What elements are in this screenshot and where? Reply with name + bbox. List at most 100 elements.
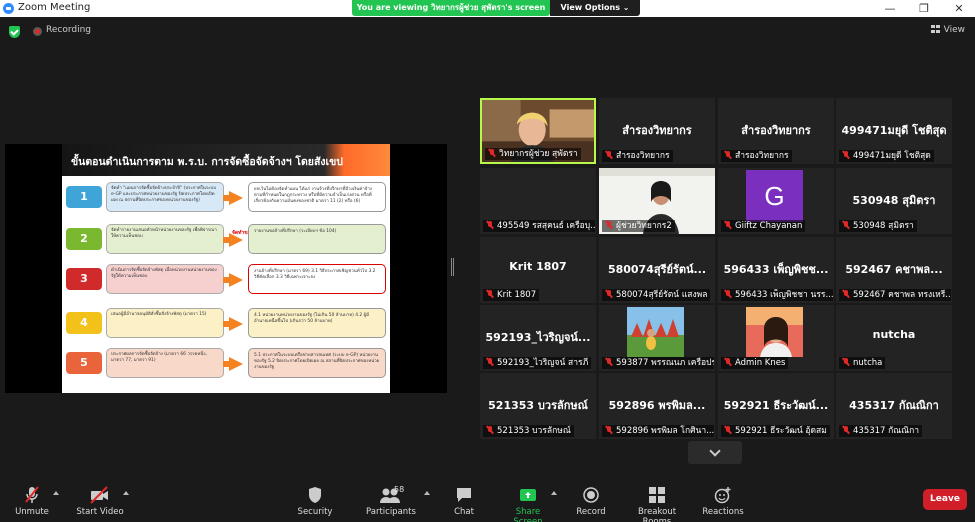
participant-tile[interactable]: วิทยากรผู้ช่วย สุพัตรา [480, 98, 596, 164]
participant-tile[interactable]: Admin Knes [718, 305, 834, 371]
participant-name: 592193_ไวริญจน์ สารภี [497, 358, 589, 368]
participant-name-label: 495549 รสสุคนธ์ เครือบุ... [483, 220, 595, 232]
participant-name: Krit 1807 [497, 290, 537, 300]
participant-tile[interactable]: 530948 สุมิตรา 530948 สุมิตรา [836, 168, 952, 234]
participant-name-label: 530948 สุมิตรา [839, 220, 917, 232]
participant-tile[interactable]: ผู้ช่วยวิทยากร2 [599, 168, 715, 234]
muted-microphone-icon [724, 358, 732, 366]
participant-tile[interactable]: 592921 ธีระวัฒน์... 592921 ธีระวัฒน์ อุ้ด… [718, 373, 834, 439]
muted-microphone-icon [605, 290, 613, 298]
participant-tile[interactable]: 521353 บวรลักษณ์ 521353 บวรลักษณ์ [480, 373, 596, 439]
maximize-icon[interactable]: ❐ [910, 0, 938, 17]
slide-step: 3 ดำเนินการจัดซื้อจัดจ้างพัสดุ เมื่อหน่วย… [66, 264, 386, 296]
step-number-badge: 4 [66, 312, 102, 334]
participant-tile[interactable]: สำรองวิทยากร สำรองวิทยากร [599, 98, 715, 164]
participants-label: Participants [366, 507, 416, 517]
unmute-label: Unmute [15, 507, 49, 517]
share-screen-button[interactable]: Share Screen [500, 486, 556, 522]
muted-microphone-icon [842, 358, 850, 366]
participant-display-name: 499471มยุดี โชติสุด [841, 124, 947, 137]
participant-display-name: 521353 บวรลักษณ์ [488, 399, 588, 412]
participant-name-label: 593877 พรรณนภ เครือประ... [602, 357, 714, 369]
share-banner: You are viewing วิทยากรผู้ช่วย สุพัตรา's… [352, 0, 550, 16]
muted-microphone-icon [486, 426, 494, 434]
muted-microphone-icon [605, 151, 613, 159]
step-arrow-icon [223, 317, 243, 331]
participant-name: 580074สุรีย์รัตน์ แสงพล [616, 290, 708, 300]
participant-name: 592921 ธีระวัฒน์ อุ้ดสม [735, 426, 827, 436]
participant-tile[interactable]: 495549 รสสุคนธ์ เครือบุ... [480, 168, 596, 234]
security-shield-icon[interactable] [9, 26, 20, 38]
participant-name-label: 596433 เพ็ญพิชชา นรร... [721, 289, 833, 301]
recording-dot-icon [33, 27, 42, 36]
muted-microphone-icon [605, 426, 613, 434]
share-options-caret-icon[interactable] [551, 491, 557, 495]
breakout-rooms-button[interactable]: Breakout Rooms [624, 486, 690, 522]
view-button[interactable]: View [930, 25, 965, 35]
audio-options-caret-icon[interactable] [53, 491, 59, 495]
participant-tile[interactable]: Krit 1807 Krit 1807 [480, 237, 596, 303]
muted-microphone-icon [724, 290, 732, 298]
participant-tile[interactable]: สำรองวิทยากร สำรองวิทยากร [718, 98, 834, 164]
video-options-caret-icon[interactable] [123, 491, 129, 495]
start-video-button[interactable]: Start Video [76, 486, 124, 517]
record-button[interactable]: Record [574, 486, 608, 517]
slide-step: 2 จัดทำรายงานเสนอหัวหน้าหน่วยงานของรัฐ เพ… [66, 224, 386, 256]
participant-name: 530948 สุมิตรา [853, 221, 914, 231]
participant-tile[interactable]: 592193_ไวริญจน์... 592193_ไวริญจน์ สารภี [480, 305, 596, 371]
record-icon [574, 486, 608, 504]
participant-display-name: 530948 สุมิตรา [852, 194, 936, 207]
slide-body: จัดทำขอบเขตของงาน + ราคากลางงาน 1จัดทำ "… [62, 176, 390, 393]
step-result: รายงานขอจ้างที่ปรึกษา (ระเบียบฯ ข้อ 104) [248, 224, 386, 254]
close-icon[interactable]: ✕ [945, 0, 973, 17]
step-description: จัดทำ "แผนการจัดซื้อจัดจ้างประจำปี" (ประ… [106, 182, 224, 212]
participant-name-label: 499471มยุดี โชติสุด [839, 150, 934, 162]
chat-button[interactable]: Chat [450, 486, 478, 517]
participant-name-label: Giiftz Chayanan [721, 220, 806, 232]
slide-step: 1 จัดทำ "แผนการจัดซื้อจัดจ้างประจำปี" (ปร… [66, 182, 386, 214]
security-button[interactable]: Security [296, 486, 334, 517]
unmute-button[interactable]: Unmute [12, 486, 52, 517]
step-result: 4.1 หน่วยงานหน่วยงานของรัฐ (ไม่เกิน 50 ล… [248, 308, 386, 338]
participant-tile[interactable]: 596433 เพ็ญพิชช... 596433 เพ็ญพิชชา นรร..… [718, 237, 834, 303]
security-shield-icon [296, 486, 334, 504]
participant-name-label: nutcha [839, 357, 886, 369]
slide-step: 5 ประกาศผลการจัดซื้อจัดจ้าง (มาตรา 66 วรร… [66, 348, 386, 380]
participant-tile[interactable]: 593877 พรรณนภ เครือประ... [599, 305, 715, 371]
participant-display-name: 596433 เพ็ญพิชช... [723, 263, 829, 276]
shared-screen[interactable]: ขั้นตอนดำเนินการตาม พ.ร.บ. การจัดซื้อจัด… [5, 144, 447, 393]
participant-tile[interactable]: G Giiftz Chayanan [718, 168, 834, 234]
participant-tile[interactable]: 592896 พรพิมล... 592896 พรพิมล โกศินา... [599, 373, 715, 439]
participant-tile[interactable]: 435317 กัณณิกา 435317 กัณณิกา [836, 373, 952, 439]
participant-name-label: 592921 ธีระวัฒน์ อุ้ดสม [721, 425, 830, 437]
gallery-next-page-button[interactable] [688, 441, 742, 464]
step-description: เสนอผู้มีอำนาจอนุมัติสั่งซื้อสั่งจ้างพัส… [106, 308, 224, 338]
step-result: ยกเว้นไม่ต้องจัดทำแผน ได้แก่ งานจ้างที่ป… [248, 182, 386, 212]
zoom-app-icon [3, 3, 14, 14]
step-arrow-icon [223, 357, 243, 371]
participant-tile[interactable]: nutcha nutcha [836, 305, 952, 371]
minimize-icon[interactable]: — [876, 0, 904, 17]
start-video-label: Start Video [76, 507, 124, 517]
participant-display-name: 580074สุรีย์รัตน์... [607, 263, 707, 276]
leave-button[interactable]: Leave [923, 489, 967, 510]
participant-name-label: วิทยากรผู้ช่วย สุพัตรา [485, 148, 581, 160]
participants-button[interactable]: 58 Participants [366, 485, 416, 517]
reactions-button[interactable]: Reactions [702, 486, 744, 517]
participant-name: 593877 พรรณนภ เครือประ... [616, 358, 714, 368]
participant-tile[interactable]: 499471มยุดี โชติสุด 499471มยุดี โชติสุด [836, 98, 952, 164]
view-label: View [943, 25, 965, 35]
muted-microphone-icon [724, 426, 732, 434]
share-screen-icon [500, 486, 556, 504]
participant-display-name: สำรองวิทยากร [622, 124, 692, 137]
step-description: จัดทำรายงานเสนอหัวหน้าหน่วยงานของรัฐ เพื… [106, 224, 224, 254]
participant-name: Admin Knes [735, 358, 786, 368]
participant-tile[interactable]: 592467 คชาพล... 592467 คชาพล ทรงเหรี... [836, 237, 952, 303]
participants-options-caret-icon[interactable] [424, 491, 430, 495]
participant-name: 495549 รสสุคนธ์ เครือบุ... [497, 221, 595, 231]
participant-tile[interactable]: 580074สุรีย์รัตน์... 580074สุรีย์รัตน์ แส… [599, 237, 715, 303]
panel-splitter[interactable] [451, 258, 454, 276]
step-number-badge: 2 [66, 228, 102, 250]
view-options-button[interactable]: View Options ⌄ [550, 0, 640, 16]
security-label: Security [297, 507, 333, 517]
